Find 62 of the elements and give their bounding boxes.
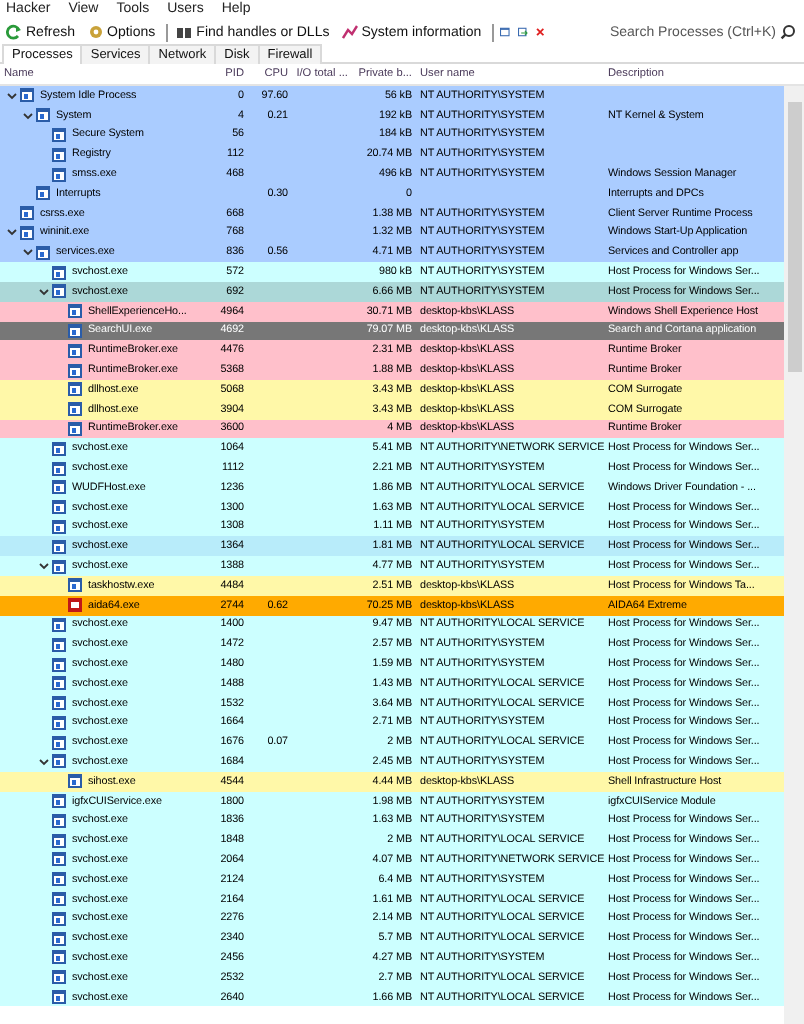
window-icon bbox=[20, 206, 34, 221]
expand-toggle[interactable] bbox=[36, 558, 52, 575]
expand-toggle[interactable] bbox=[4, 224, 20, 241]
window-icon bbox=[68, 774, 82, 789]
window-icon bbox=[52, 500, 66, 515]
search-icon bbox=[780, 24, 796, 40]
window-icon bbox=[52, 696, 66, 711]
window-arrow-icon[interactable] bbox=[517, 24, 528, 40]
window-icon bbox=[52, 559, 66, 574]
window-icon bbox=[52, 911, 66, 926]
window-icon bbox=[52, 265, 66, 280]
gear-icon bbox=[87, 24, 104, 40]
scrollbar[interactable] bbox=[784, 86, 804, 1024]
window-icon bbox=[68, 323, 82, 338]
chart-icon bbox=[341, 24, 358, 40]
window-icon bbox=[52, 970, 66, 985]
window-icon bbox=[52, 931, 66, 946]
window-icon bbox=[68, 421, 82, 436]
window-icon bbox=[68, 578, 82, 593]
expand-toggle[interactable] bbox=[4, 87, 20, 104]
window-icon bbox=[52, 539, 66, 554]
window-icon bbox=[52, 950, 66, 965]
window-icon bbox=[52, 872, 66, 887]
refresh-icon bbox=[6, 24, 22, 40]
window-icon bbox=[52, 127, 66, 142]
window-icon bbox=[68, 402, 82, 417]
expand-toggle[interactable] bbox=[36, 283, 52, 300]
window-icon bbox=[36, 186, 50, 201]
window-icon bbox=[52, 676, 66, 691]
window-icon[interactable] bbox=[500, 24, 510, 40]
window-icon bbox=[68, 343, 82, 358]
window-icon bbox=[52, 852, 66, 867]
window-icon bbox=[52, 735, 66, 750]
window-icon bbox=[52, 813, 66, 828]
window-icon bbox=[52, 892, 66, 907]
window-icon bbox=[20, 225, 34, 240]
window-icon bbox=[68, 363, 82, 378]
window-icon bbox=[52, 480, 66, 495]
window-icon bbox=[52, 657, 66, 671]
window-icon bbox=[52, 833, 66, 848]
window-icon bbox=[68, 304, 82, 319]
window-icon bbox=[52, 617, 66, 632]
window-icon bbox=[52, 147, 66, 162]
window-icon bbox=[52, 519, 66, 534]
window-icon bbox=[52, 794, 66, 809]
window-icon bbox=[52, 990, 66, 1005]
close-icon[interactable] bbox=[535, 24, 544, 40]
window-icon bbox=[52, 637, 66, 652]
expand-toggle[interactable] bbox=[20, 244, 36, 261]
window-icon bbox=[52, 284, 66, 299]
window-icon bbox=[52, 461, 66, 476]
window-icon bbox=[52, 441, 66, 456]
window-icon bbox=[52, 715, 66, 730]
window-icon bbox=[36, 245, 50, 260]
window-icon bbox=[52, 167, 66, 182]
window-icon bbox=[52, 754, 66, 769]
expand-toggle[interactable] bbox=[20, 107, 36, 124]
window-icon bbox=[20, 88, 34, 103]
window-icon bbox=[68, 382, 82, 397]
window-icon bbox=[36, 108, 50, 123]
app-icon bbox=[68, 598, 82, 613]
expand-toggle[interactable] bbox=[36, 753, 52, 770]
